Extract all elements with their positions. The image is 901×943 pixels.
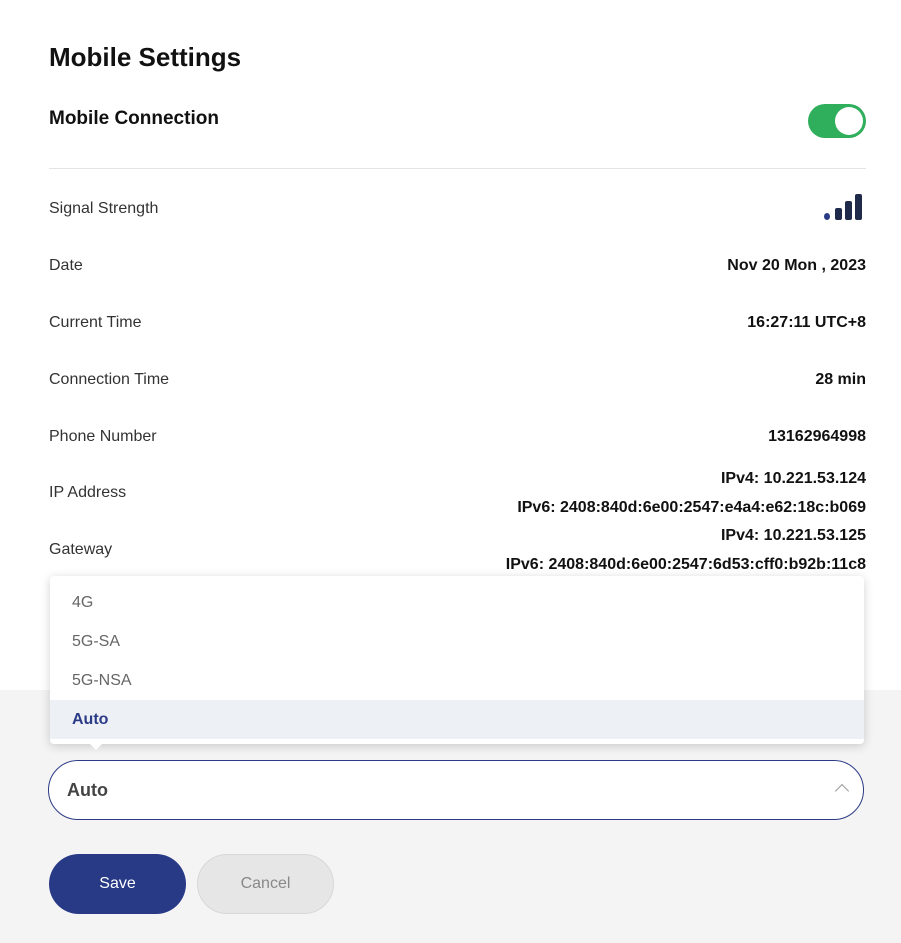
mobile-connection-label: Mobile Connection	[49, 108, 219, 129]
signal-strength-row: Signal Strength	[49, 194, 866, 224]
current-time-row: Current Time 16:27:11 UTC+8	[49, 308, 866, 338]
toggle-knob	[835, 107, 863, 135]
dropdown-option-5g-nsa[interactable]: 5G-NSA	[50, 661, 864, 700]
gateway-ipv4: IPv4: 10.221.53.125	[720, 527, 866, 544]
connection-time-value: 28 min	[815, 371, 866, 388]
date-row: Date Nov 20 Mon , 2023	[49, 251, 866, 281]
date-value: Nov 20 Mon , 2023	[727, 257, 866, 274]
dropdown-option-4g[interactable]: 4G	[50, 583, 864, 622]
current-time-label: Current Time	[49, 314, 142, 331]
ip-address-label: IP Address	[49, 484, 127, 501]
cancel-button[interactable]: Cancel	[197, 854, 334, 914]
mobile-connection-row: Mobile Connection	[49, 100, 866, 140]
signal-strength-label: Signal Strength	[49, 200, 159, 217]
current-time-value: 16:27:11 UTC+8	[747, 314, 866, 331]
network-mode-selected-value: Auto	[67, 780, 108, 800]
connection-time-label: Connection Time	[49, 371, 170, 388]
dropdown-pointer	[88, 742, 104, 750]
ip-address-ipv4: IPv4: 10.221.53.124	[720, 470, 866, 487]
dropdown-option-auto[interactable]: Auto	[50, 700, 864, 739]
dropdown-option-5g-sa[interactable]: 5G-SA	[50, 622, 864, 661]
date-label: Date	[49, 257, 83, 274]
ip-address-row: IP Address IPv4: 10.221.53.124 IPv6: 240…	[49, 464, 866, 524]
phone-number-row: Phone Number 13162964998	[49, 422, 866, 452]
network-mode-select[interactable]: Auto	[48, 760, 864, 820]
divider	[49, 168, 866, 169]
signal-bars-icon	[824, 194, 866, 220]
phone-number-value: 13162964998	[768, 428, 866, 445]
connection-time-row: Connection Time 28 min	[49, 365, 866, 395]
phone-number-label: Phone Number	[49, 428, 157, 445]
save-button[interactable]: Save	[49, 854, 186, 914]
gateway-label: Gateway	[49, 541, 113, 558]
gateway-ipv6: IPv6: 2408:840d:6e00:2547:6d53:cff0:b92b…	[505, 556, 866, 573]
page-title: Mobile Settings	[49, 42, 242, 72]
ip-address-ipv6: IPv6: 2408:840d:6e00:2547:e4a4:e62:18c:b…	[517, 499, 866, 516]
chevron-up-icon	[834, 783, 850, 799]
network-mode-dropdown-menu: 4G 5G-SA 5G-NSA Auto	[50, 576, 864, 744]
mobile-connection-toggle[interactable]	[808, 104, 866, 138]
gateway-row: Gateway IPv4: 10.221.53.125 IPv6: 2408:8…	[49, 521, 866, 581]
